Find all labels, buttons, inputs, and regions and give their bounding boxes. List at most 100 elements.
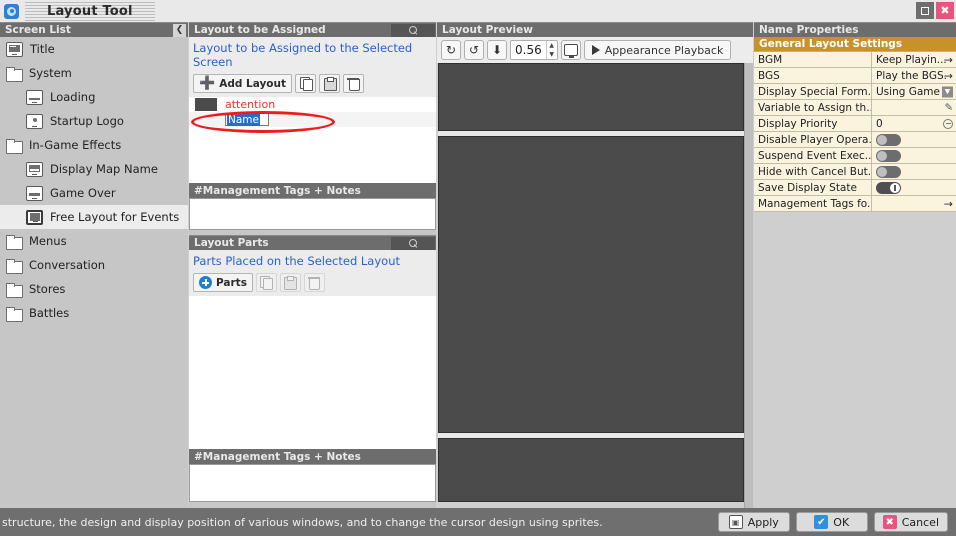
sidebar-item-stores[interactable]: Stores — [0, 277, 188, 301]
dialog-buttons: ▣ Apply ✔ OK ✖ Cancel — [718, 512, 956, 532]
property-row[interactable]: Hide with Cancel But... — [754, 164, 956, 180]
toggle-knob — [877, 151, 887, 161]
property-row[interactable]: BGMKeep Playin...→ — [754, 52, 956, 68]
appearance-playback-button[interactable]: Appearance Playback — [584, 40, 732, 60]
property-value-cell[interactable] — [872, 164, 956, 179]
trash-icon — [348, 77, 360, 90]
property-value: Play the BGS. — [876, 70, 947, 82]
display-icon[interactable] — [561, 40, 581, 60]
monitor-logo-icon — [26, 114, 43, 129]
property-key: BGS — [754, 68, 872, 83]
property-row[interactable]: Save Display State — [754, 180, 956, 196]
property-toggle[interactable] — [876, 150, 901, 162]
sidebar-item-loading[interactable]: Loading — [0, 85, 188, 109]
paste-layout-button[interactable] — [319, 74, 340, 93]
folder-icon — [6, 259, 22, 272]
cross-icon: ✖ — [883, 515, 897, 529]
arrow-right-icon[interactable]: → — [944, 69, 953, 82]
add-parts-button[interactable]: Parts — [193, 273, 253, 292]
layout-assigned-search-button[interactable] — [391, 24, 435, 37]
minus-circle-icon[interactable] — [943, 119, 953, 129]
property-row[interactable]: Display Priority0 — [754, 116, 956, 132]
property-row[interactable]: Disable Player Opera... — [754, 132, 956, 148]
paste-icon — [324, 77, 336, 90]
zoom-up-icon[interactable]: ▲ — [549, 43, 554, 49]
monitor-loading-icon — [26, 90, 43, 105]
property-row[interactable]: Display Special Form...Using Game .▼ — [754, 84, 956, 100]
parts-tags-header: #Management Tags + Notes — [189, 449, 436, 464]
close-icon[interactable]: ✖ — [936, 2, 954, 19]
layout-parts-search-button[interactable] — [391, 237, 435, 250]
arrow-right-icon[interactable]: → — [944, 53, 953, 66]
undo-icon[interactable]: ↺ — [464, 40, 484, 60]
property-toggle[interactable] — [876, 182, 901, 194]
property-value-cell[interactable] — [872, 148, 956, 163]
apply-button[interactable]: ▣ Apply — [718, 512, 790, 532]
sidebar-item-free-layout-for-events[interactable]: Free Layout for Events — [0, 205, 188, 229]
pencil-icon[interactable]: ✎ — [945, 102, 953, 113]
property-key: Hide with Cancel But... — [754, 164, 872, 179]
sidebar-item-label: Free Layout for Events — [50, 210, 179, 224]
property-key: Save Display State — [754, 180, 872, 195]
property-value-cell[interactable] — [872, 132, 956, 147]
property-toggle[interactable] — [876, 134, 901, 146]
redo-icon[interactable]: ↻ — [441, 40, 461, 60]
property-value-cell[interactable]: Using Game .▼ — [872, 84, 956, 99]
preview-pane-bottom[interactable] — [438, 438, 744, 502]
sidebar-item-label: Menus — [29, 234, 67, 248]
chevron-down-icon[interactable]: ▼ — [942, 86, 953, 97]
layout-assigned-list[interactable]: attention Name — [189, 97, 436, 183]
property-key: Display Priority — [754, 116, 872, 131]
property-row[interactable]: Management Tags fo...→ — [754, 196, 956, 212]
maximize-button[interactable] — [916, 2, 934, 19]
sidebar-item-display-map-name[interactable]: Display Map Name — [0, 157, 188, 181]
layout-parts-list[interactable] — [189, 296, 436, 449]
property-value-cell[interactable]: Play the BGS.→ — [872, 68, 956, 83]
property-value-cell[interactable]: ✎ — [872, 100, 956, 115]
monitor-map-icon — [26, 162, 43, 177]
cancel-button[interactable]: ✖ Cancel — [874, 512, 948, 532]
sidebar-item-battles[interactable]: Battles — [0, 301, 188, 325]
property-value-cell[interactable]: → — [872, 196, 956, 211]
add-layout-button[interactable]: ➕ Add Layout — [193, 74, 292, 93]
toggle-knob — [890, 183, 900, 193]
copy-layout-button[interactable] — [295, 74, 316, 93]
zoom-stepper-arrows[interactable]: ▲ ▼ — [546, 41, 557, 59]
property-value-cell[interactable] — [872, 180, 956, 195]
property-row[interactable]: Suspend Event Exec... — [754, 148, 956, 164]
layout-name-input[interactable]: Name — [225, 113, 269, 126]
collapse-icon[interactable]: ❮ — [173, 24, 186, 37]
sidebar-item-label: Display Map Name — [50, 162, 158, 176]
list-item[interactable]: attention — [189, 97, 436, 112]
property-row[interactable]: Variable to Assign th...✎ — [754, 100, 956, 116]
assigned-tags-input[interactable] — [189, 198, 436, 230]
arrow-right-icon[interactable]: → — [944, 197, 953, 210]
sidebar-item-conversation[interactable]: Conversation — [0, 253, 188, 277]
delete-parts-button — [304, 273, 325, 292]
parts-tags-input[interactable] — [189, 464, 436, 502]
sidebar-item-in-game-effects[interactable]: In-Game Effects — [0, 133, 188, 157]
property-value-cell[interactable]: Keep Playin...→ — [872, 52, 956, 67]
list-item-editing[interactable]: Name — [189, 112, 436, 127]
sidebar-item-startup-logo[interactable]: Startup Logo — [0, 109, 188, 133]
sidebar-item-system[interactable]: System — [0, 61, 188, 85]
apply-label: Apply — [748, 516, 779, 529]
sidebar-item-menus[interactable]: Menus — [0, 229, 188, 253]
folder-icon — [6, 283, 22, 296]
zoom-down-icon[interactable]: ▼ — [549, 52, 554, 58]
preview-pane-top[interactable] — [438, 63, 744, 131]
fit-to-screen-icon[interactable]: ⬇ — [487, 40, 507, 60]
preview-pane-main[interactable] — [438, 136, 744, 433]
preview-scrollbar[interactable] — [744, 63, 753, 508]
sidebar-item-game-over[interactable]: Game Over — [0, 181, 188, 205]
property-key: BGM — [754, 52, 872, 67]
zoom-stepper[interactable]: 0.56 ▲ ▼ — [510, 40, 558, 60]
ok-button[interactable]: ✔ OK — [796, 512, 868, 532]
property-toggle[interactable] — [876, 166, 901, 178]
property-value-cell[interactable]: 0 — [872, 116, 956, 131]
zoom-value: 0.56 — [511, 43, 546, 57]
sidebar-item-title[interactable]: Title — [0, 37, 188, 61]
appearance-playback-label: Appearance Playback — [605, 44, 724, 57]
delete-layout-button[interactable] — [343, 74, 364, 93]
property-row[interactable]: BGSPlay the BGS.→ — [754, 68, 956, 84]
